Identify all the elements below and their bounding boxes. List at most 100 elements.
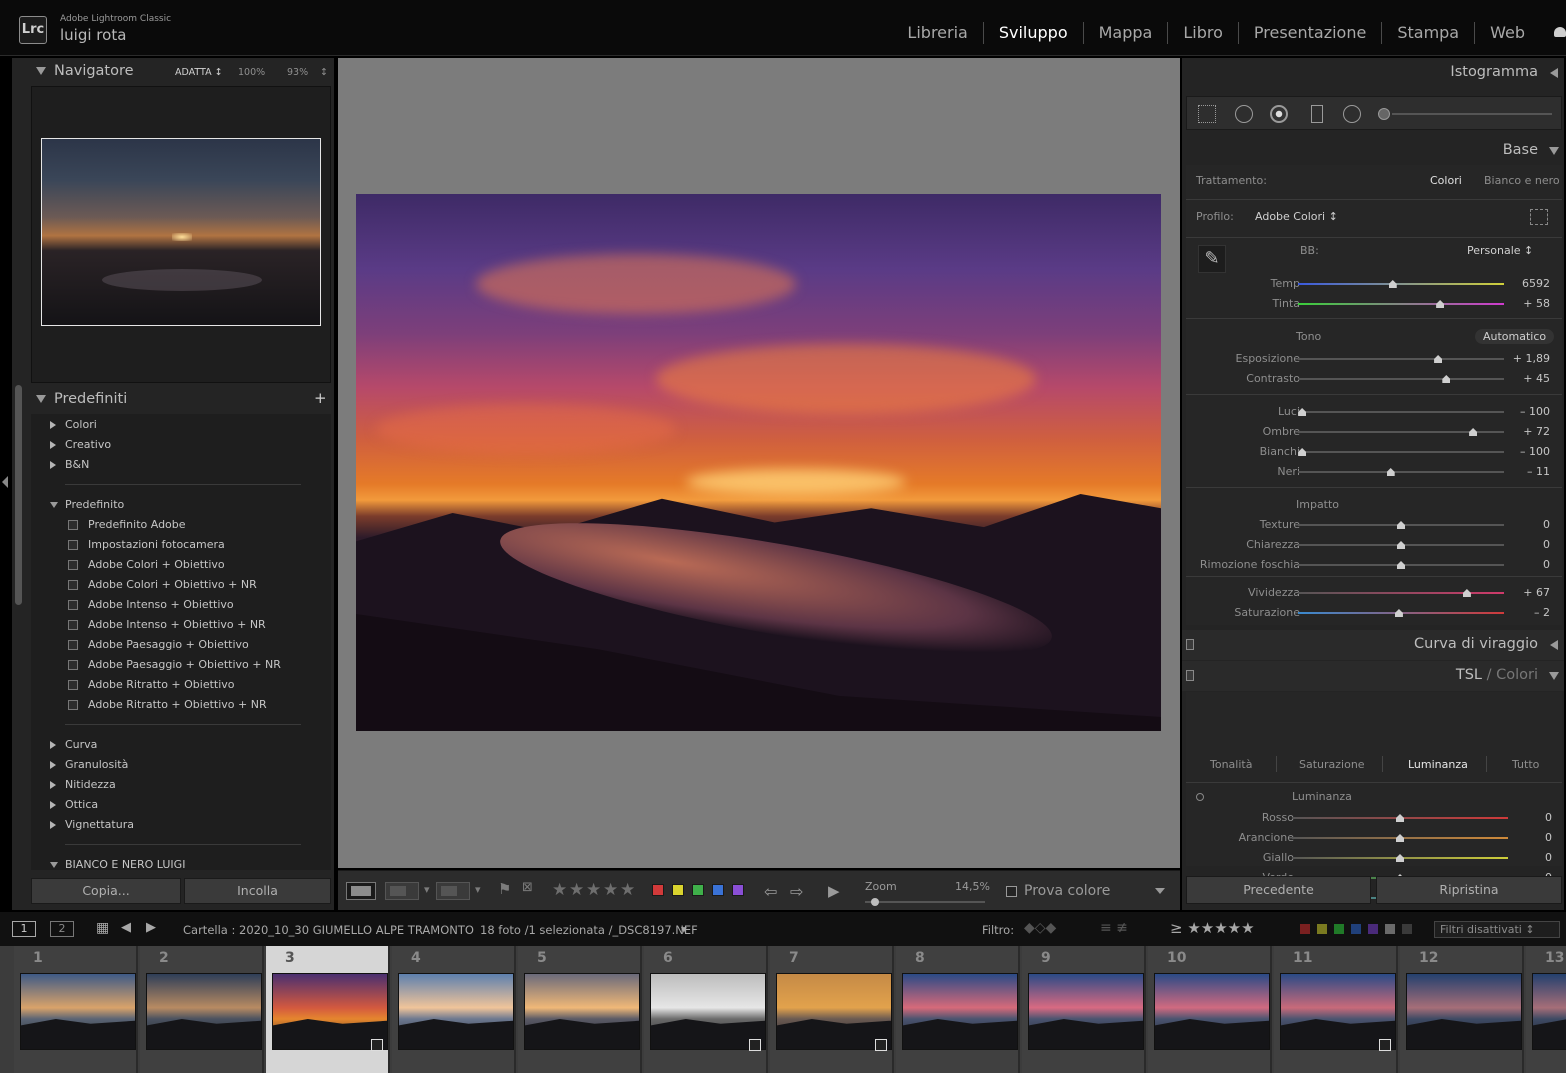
- hsl-colors-label[interactable]: Colori: [1496, 667, 1538, 683]
- filter-preset-select[interactable]: Filtri disattivati ↕: [1434, 921, 1560, 938]
- photo-thumbnail[interactable]: [902, 973, 1018, 1050]
- flag-filter-icons[interactable]: ◆◇◆: [1024, 920, 1056, 936]
- navigator-thumbnail[interactable]: [41, 138, 321, 326]
- filmstrip-cell[interactable]: 10: [1148, 946, 1272, 1073]
- edit-filter-icons[interactable]: ≡ ≢: [1100, 920, 1128, 936]
- filmstrip-cell[interactable]: 9: [1022, 946, 1146, 1073]
- previous-photo-icon[interactable]: ⇦: [764, 882, 777, 901]
- preset-group[interactable]: Creativo: [31, 435, 331, 455]
- preset-group-open[interactable]: Predefinito: [31, 495, 331, 515]
- color-filter-swatch[interactable]: [1333, 923, 1345, 935]
- panel-switch-icon[interactable]: [1186, 639, 1194, 650]
- left-panel-toggle-icon[interactable]: [2, 476, 8, 488]
- preset-item[interactable]: Predefinito Adobe: [31, 515, 331, 535]
- slider-thumb[interactable]: [1396, 814, 1404, 822]
- preset-group[interactable]: Nitidezza: [31, 775, 331, 795]
- rating-star-icon[interactable]: ★: [586, 880, 601, 900]
- crop-tool-icon[interactable]: [1198, 105, 1216, 123]
- slider-temp[interactable]: [1298, 283, 1504, 285]
- slider-value[interactable]: – 2: [1534, 606, 1550, 619]
- copy-button[interactable]: Copia...: [31, 878, 181, 904]
- filmstrip-cell[interactable]: 4: [392, 946, 516, 1073]
- module-libreria[interactable]: Libreria: [892, 22, 982, 44]
- filmstrip-cell[interactable]: 7: [770, 946, 894, 1073]
- paste-button[interactable]: Incolla: [184, 878, 331, 904]
- main-photo[interactable]: [356, 194, 1161, 731]
- preset-item[interactable]: Adobe Ritratto + Obiettivo + NR: [31, 695, 331, 715]
- tone-curve-header[interactable]: Curva di viraggio: [1182, 630, 1564, 660]
- primary-window-button[interactable]: 1: [12, 921, 36, 937]
- photo-thumbnail[interactable]: [398, 973, 514, 1050]
- before-after-button[interactable]: [385, 882, 419, 900]
- previous-settings-button[interactable]: Precedente: [1186, 876, 1371, 904]
- slider-value[interactable]: 0: [1543, 558, 1550, 571]
- slider-value[interactable]: 0: [1543, 538, 1550, 551]
- module-libro[interactable]: Libro: [1167, 22, 1238, 44]
- preset-item[interactable]: Adobe Colori + Obiettivo: [31, 555, 331, 575]
- source-menu-icon[interactable]: ▾: [681, 922, 687, 936]
- preset-item[interactable]: Adobe Paesaggio + Obiettivo + NR: [31, 655, 331, 675]
- zoom-93-option[interactable]: 93%: [287, 67, 308, 78]
- filmstrip-cell[interactable]: 13: [1526, 946, 1566, 1073]
- color-label-swatch[interactable]: [712, 884, 724, 896]
- next-photo-icon[interactable]: ⇨: [790, 882, 803, 901]
- auto-tone-button[interactable]: Automatico: [1475, 329, 1555, 344]
- color-filter-swatch[interactable]: [1316, 923, 1328, 935]
- slideshow-play-icon[interactable]: ▶: [828, 882, 840, 900]
- reject-flag-icon[interactable]: ⊠: [522, 880, 533, 895]
- treatment-bw-option[interactable]: Bianco e nero: [1484, 174, 1560, 187]
- module-stampa[interactable]: Stampa: [1381, 22, 1474, 44]
- grid-view-icon[interactable]: ▦: [96, 920, 109, 936]
- filmstrip-cell[interactable]: 8: [896, 946, 1020, 1073]
- slider-value[interactable]: 0: [1543, 518, 1550, 531]
- filmstrip-cell[interactable]: 3: [266, 946, 390, 1073]
- photo-thumbnail[interactable]: [20, 973, 136, 1050]
- photo-thumbnail[interactable]: [1154, 973, 1270, 1050]
- slider-thumb[interactable]: [1434, 355, 1443, 363]
- slider-esposizione[interactable]: [1298, 358, 1504, 360]
- photo-thumbnail[interactable]: [1028, 973, 1144, 1050]
- secondary-window-button[interactable]: 2: [50, 921, 74, 937]
- slider-thumb[interactable]: [1396, 854, 1404, 862]
- source-folder[interactable]: Cartella : 2020_10_30 GIUMELLO ALPE TRAM…: [183, 923, 474, 937]
- slider-value[interactable]: + 1,89: [1513, 352, 1550, 365]
- preset-group[interactable]: B&N: [31, 455, 331, 475]
- zoom-slider[interactable]: [865, 901, 985, 903]
- slider-value[interactable]: 0: [1545, 851, 1552, 864]
- histogram-header[interactable]: Istogramma: [1182, 58, 1564, 88]
- preset-item[interactable]: Adobe Ritratto + Obiettivo: [31, 675, 331, 695]
- slider-thumb[interactable]: [1394, 609, 1403, 617]
- photo-thumbnail[interactable]: [1532, 973, 1566, 1050]
- forward-arrow-icon[interactable]: ▶: [146, 920, 156, 935]
- slider-thumb[interactable]: [1442, 375, 1451, 383]
- color-label-swatch[interactable]: [652, 884, 664, 896]
- hsl-header[interactable]: TSL / Colori: [1182, 661, 1564, 691]
- treatment-color-option[interactable]: Colori: [1430, 174, 1462, 187]
- before-after-split-button[interactable]: [436, 882, 470, 900]
- rating-star-icon[interactable]: ★: [552, 880, 567, 900]
- slider-thumb[interactable]: [1386, 468, 1395, 476]
- module-presentazione[interactable]: Presentazione: [1237, 22, 1381, 44]
- zoom-slider-thumb[interactable]: [871, 898, 879, 906]
- radial-filter-icon[interactable]: [1343, 105, 1361, 123]
- preset-item[interactable]: Impostazioni fotocamera: [31, 535, 331, 555]
- reset-button[interactable]: Ripristina: [1376, 876, 1562, 904]
- slider-value[interactable]: – 100: [1520, 405, 1550, 418]
- preset-group[interactable]: Granulosità: [31, 755, 331, 775]
- slider-thumb[interactable]: [1397, 521, 1405, 529]
- adjustment-brush-icon[interactable]: [1378, 108, 1390, 120]
- preset-item[interactable]: Adobe Paesaggio + Obiettivo: [31, 635, 331, 655]
- color-label-swatch[interactable]: [692, 884, 704, 896]
- preset-item[interactable]: Adobe Colori + Obiettivo + NR: [31, 575, 331, 595]
- slider-value[interactable]: – 100: [1520, 445, 1550, 458]
- rating-star-icon[interactable]: ★: [603, 880, 618, 900]
- slider-thumb[interactable]: [1469, 428, 1478, 436]
- soft-proof-checkbox[interactable]: [1006, 886, 1017, 897]
- slider-bianchi[interactable]: [1298, 451, 1504, 453]
- rating-star-icon[interactable]: ★: [620, 880, 635, 900]
- slider-value[interactable]: + 67: [1523, 586, 1550, 599]
- color-filter-swatch[interactable]: [1401, 923, 1413, 935]
- slider-tinta[interactable]: [1298, 303, 1504, 305]
- slider-thumb[interactable]: [1397, 561, 1405, 569]
- spot-removal-icon[interactable]: [1235, 105, 1253, 123]
